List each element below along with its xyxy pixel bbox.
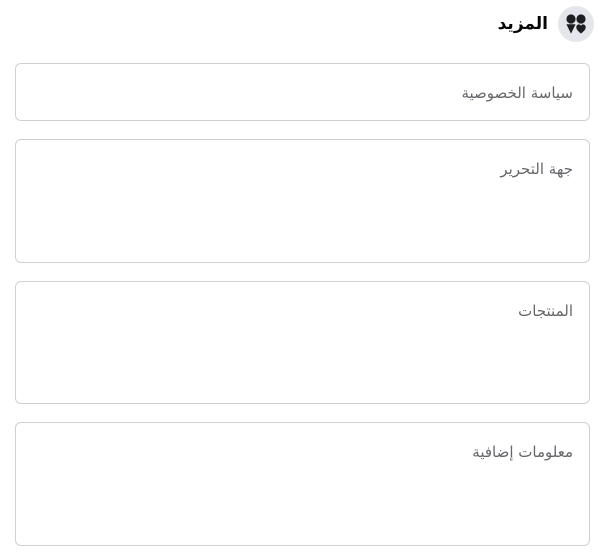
products-section[interactable]: المنتجات xyxy=(15,281,590,404)
additional-info-label: معلومات إضافية xyxy=(472,443,573,461)
additional-info-section[interactable]: معلومات إضافية xyxy=(15,422,590,546)
header-title: المزيد xyxy=(497,14,548,34)
products-label: المنتجات xyxy=(518,302,573,320)
privacy-policy-section[interactable]: سياسة الخصوصية xyxy=(15,63,590,121)
editor-label: جهة التحرير xyxy=(500,160,573,178)
more-header: المزيد xyxy=(498,6,594,42)
privacy-policy-label: سياسة الخصوصية xyxy=(461,84,573,102)
shapes-icon xyxy=(558,6,594,42)
editor-section[interactable]: جهة التحرير xyxy=(15,139,590,263)
